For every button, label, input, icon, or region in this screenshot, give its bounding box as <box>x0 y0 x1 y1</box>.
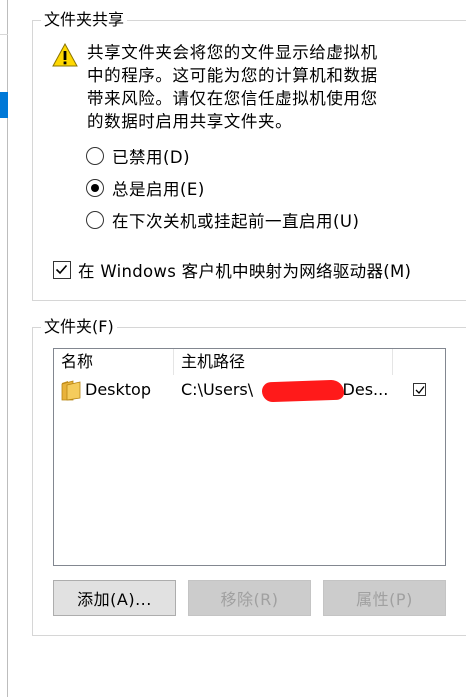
warning-line: 带来风险。请仅在您信任虚拟机使用您 <box>87 89 378 108</box>
radio-button[interactable] <box>86 211 104 229</box>
map-network-drive-checkbox[interactable] <box>53 261 71 279</box>
radio-label: 已禁用(D) <box>112 148 191 167</box>
list-header: 名称 主机路径 <box>54 349 445 375</box>
radio-label: 在下次关机或挂起前一直启用(U) <box>112 212 360 231</box>
folder-name: Desktop <box>85 380 151 399</box>
selected-nav-indicator <box>0 92 8 118</box>
radio-label: 总是启用(E) <box>112 180 205 199</box>
rail-divider <box>0 34 8 35</box>
warning-message: 共享文件夹会将您的文件显示给虚拟机 中的程序。这可能为您的计算机和数据 带来风险… <box>87 41 417 133</box>
folder-sharing-title: 文件夹共享 <box>41 9 128 31</box>
remove-folder-button[interactable]: 移除(R) <box>188 580 311 616</box>
checkmark-icon <box>415 386 425 394</box>
shared-folders-list[interactable]: 名称 主机路径 Desktop C:\Users\ \Des... <box>53 348 446 566</box>
warning-line: 的数据时启用共享文件夹。 <box>87 112 293 131</box>
add-folder-button[interactable]: 添加(A)... <box>53 580 176 616</box>
warning-line: 中的程序。这可能为您的计算机和数据 <box>87 66 378 85</box>
column-header-enabled[interactable] <box>393 349 445 375</box>
table-row[interactable]: Desktop C:\Users\ \Des... <box>54 377 445 403</box>
host-path-start: C:\Users\ <box>181 380 254 399</box>
folder-icon <box>61 380 81 401</box>
folder-sharing-group: 文件夹共享 共享文件夹会将您的文件显示给虚拟机 中的程序。这可能为您的计算机和数… <box>32 9 466 301</box>
radio-always-enabled-option[interactable]: 总是启用(E) <box>86 176 205 200</box>
folder-properties-button[interactable]: 属性(P) <box>323 580 446 616</box>
radio-until-shutdown-option[interactable]: 在下次关机或挂起前一直启用(U) <box>86 208 359 232</box>
column-header-host-path[interactable]: 主机路径 <box>174 349 393 375</box>
warning-icon <box>52 43 78 67</box>
radio-button[interactable] <box>86 147 104 165</box>
radio-disabled-option[interactable]: 已禁用(D) <box>86 144 190 168</box>
checkmark-icon <box>55 264 68 275</box>
map-network-drive-option[interactable]: 在 Windows 客户机中映射为网络驱动器(M) <box>53 258 411 282</box>
map-network-drive-label: 在 Windows 客户机中映射为网络驱动器(M) <box>78 262 412 281</box>
radio-button-checked[interactable] <box>86 179 104 197</box>
left-nav-rail <box>0 0 8 697</box>
host-path-end: \Des... <box>337 380 389 399</box>
redaction-mark <box>261 379 345 403</box>
column-header-name[interactable]: 名称 <box>54 349 174 375</box>
folders-title: 文件夹(F) <box>41 316 117 338</box>
folder-enabled-checkbox[interactable] <box>413 383 426 396</box>
folders-group: 文件夹(F) 名称 主机路径 Desktop C:\Users\ \Des... … <box>32 316 466 636</box>
warning-line: 共享文件夹会将您的文件显示给虚拟机 <box>87 43 378 62</box>
